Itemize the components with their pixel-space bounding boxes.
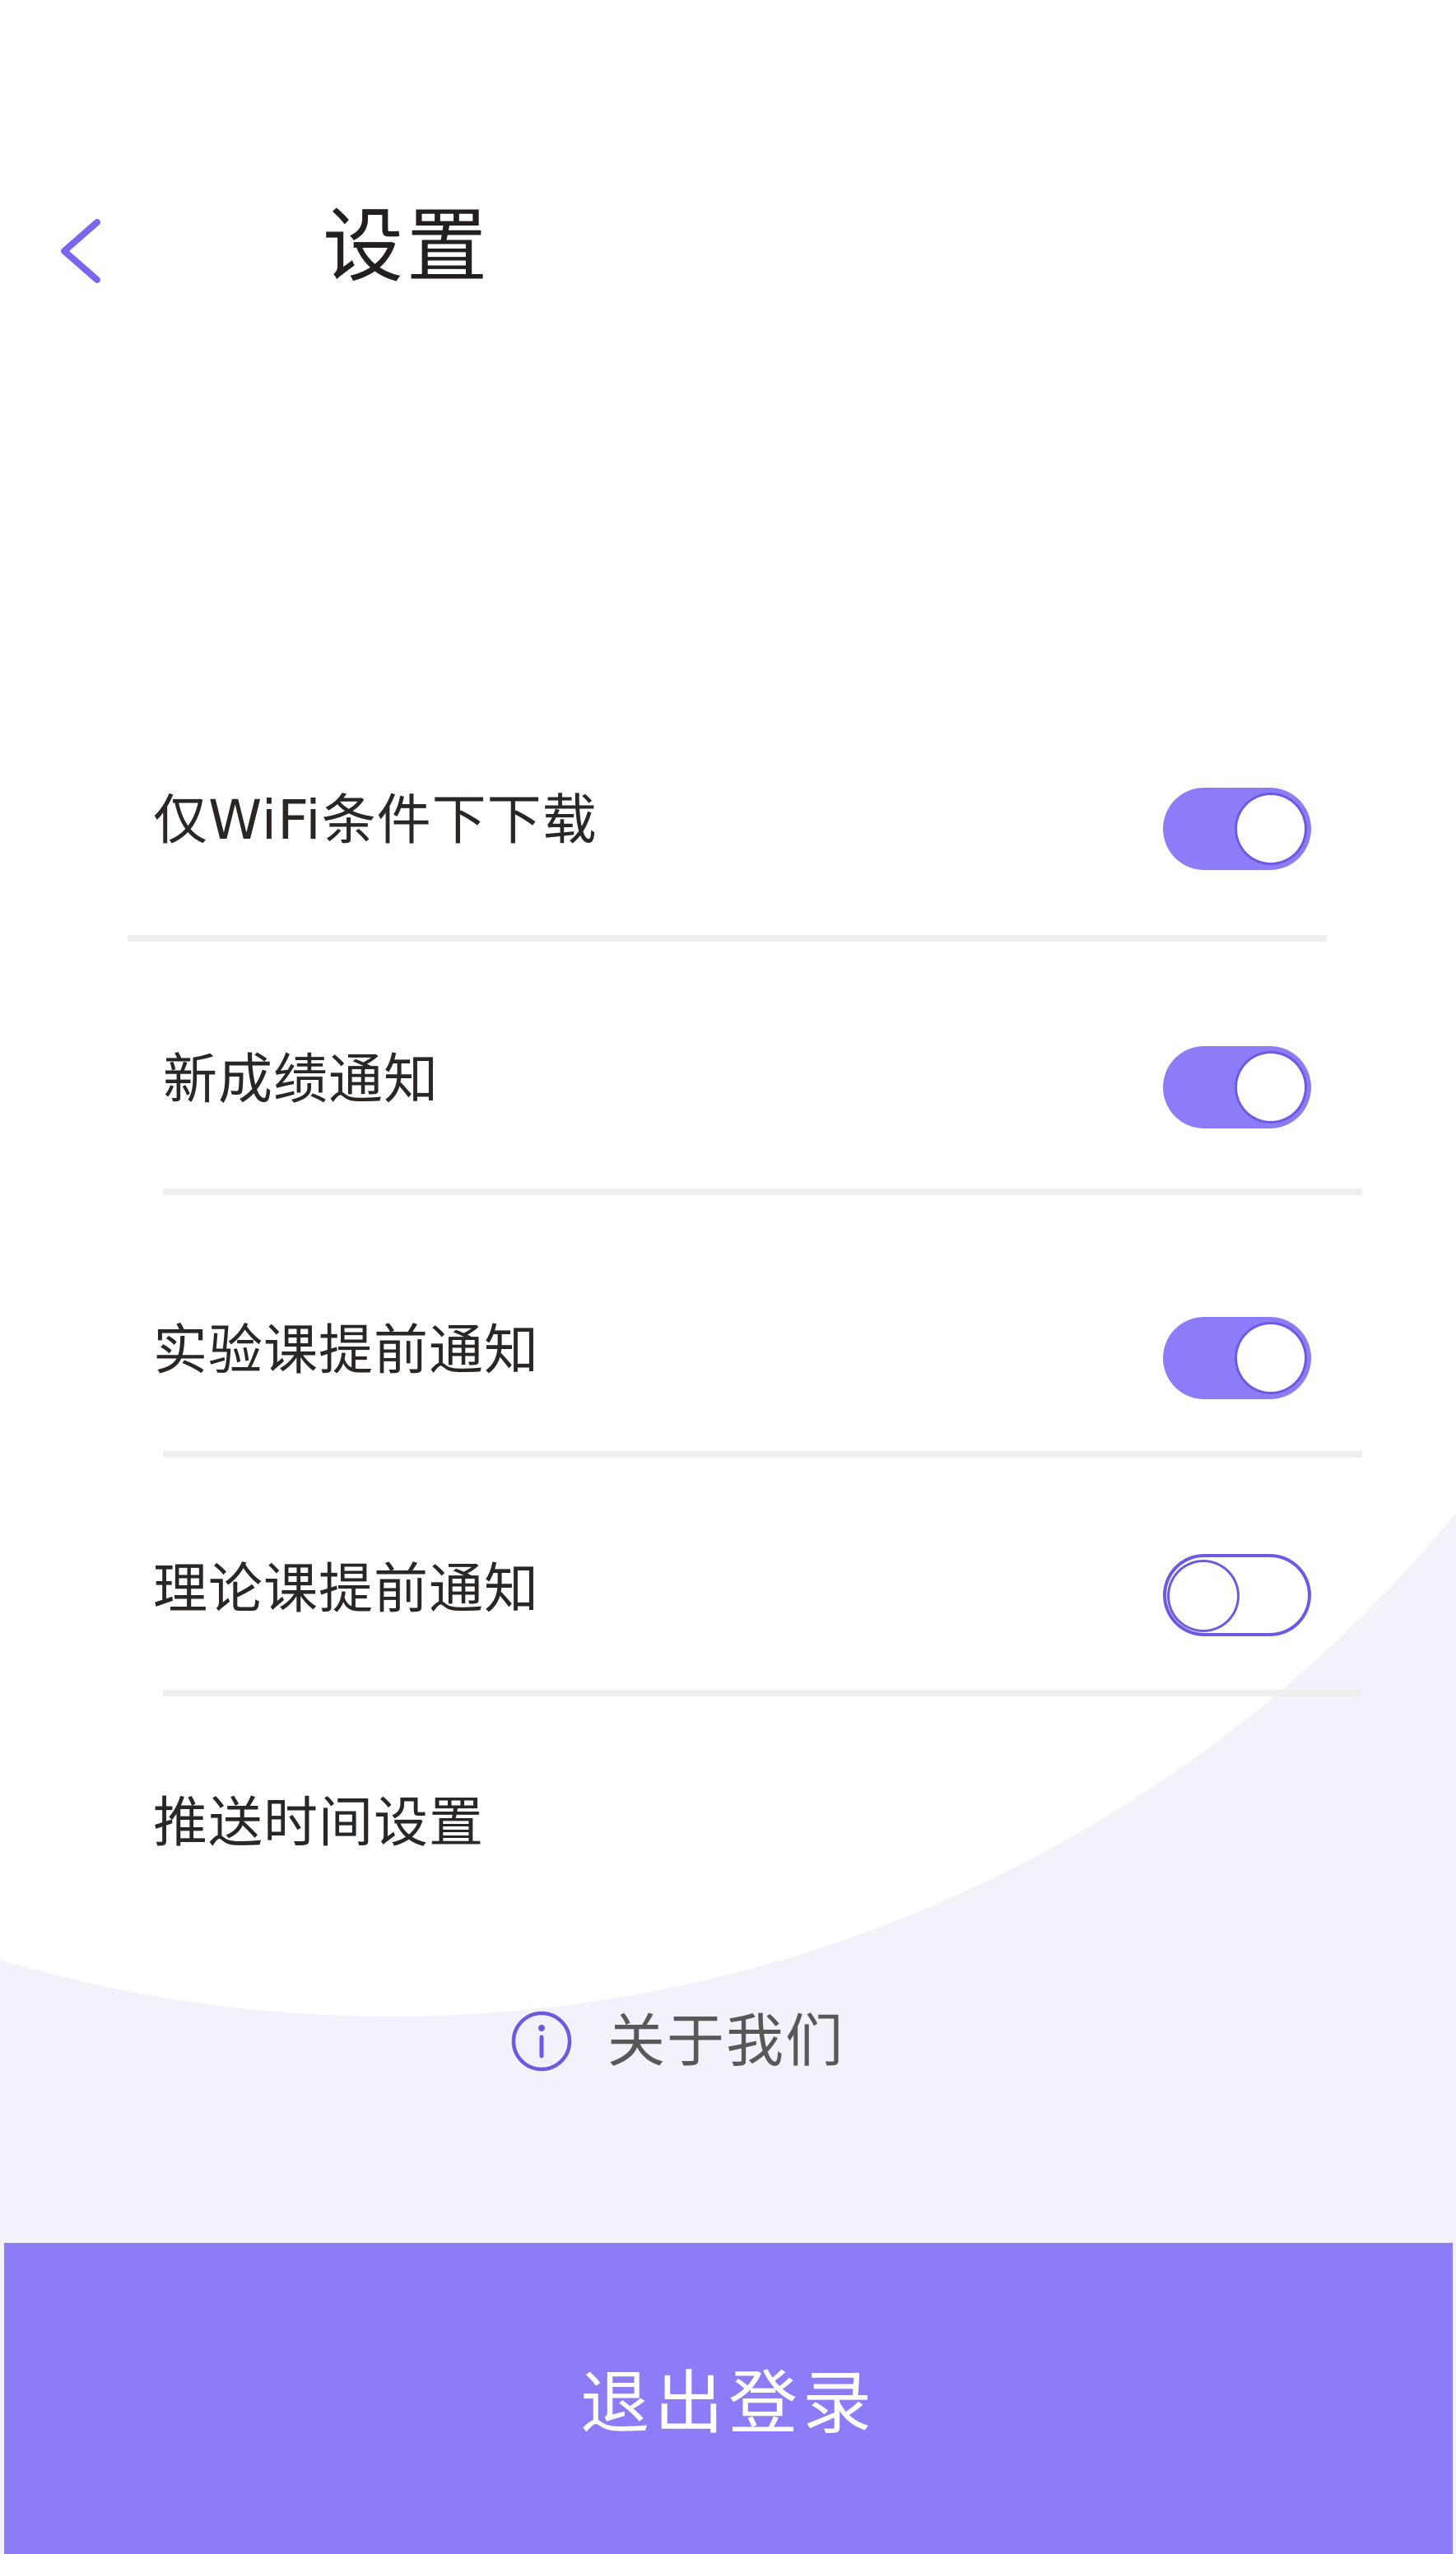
logout-button[interactable]: 退出登录: [4, 2243, 1453, 2554]
setting-label-theory-class: 理论课提前通知: [153, 1557, 539, 1621]
back-button[interactable]: [49, 206, 115, 296]
chevron-left-icon: [61, 219, 100, 283]
divider: [163, 1690, 1362, 1696]
background-curve: [0, 0, 1456, 2554]
theory-class-toggle[interactable]: [1163, 1554, 1311, 1636]
setting-label-new-grade: 新成绩通知: [163, 1048, 439, 1111]
setting-row-push-time[interactable]: 推送时间设置: [0, 1778, 1456, 1885]
settings-screen: 设置 仅WiFi条件下下载 新成绩通知 实验课提前通知 理论课提前通知 推送时间…: [0, 0, 1456, 2554]
toggle-knob: [1235, 1051, 1307, 1123]
setting-row-wifi-only: 仅WiFi条件下下载: [0, 774, 1456, 897]
setting-row-theory-class: 理论课提前通知: [0, 1539, 1456, 1663]
info-icon: [511, 2011, 572, 2072]
about-us-label: 关于我们: [607, 2007, 844, 2075]
toggle-knob: [1235, 793, 1307, 865]
setting-label-wifi-only: 仅WiFi条件下下载: [153, 789, 598, 852]
wifi-only-toggle[interactable]: [1163, 788, 1311, 870]
divider: [163, 1451, 1362, 1458]
setting-label-push-time: 推送时间设置: [153, 1791, 484, 1854]
new-grade-toggle[interactable]: [1163, 1046, 1311, 1128]
setting-label-lab-class: 实验课提前通知: [153, 1319, 539, 1382]
header: 设置: [0, 0, 1456, 346]
divider: [163, 1189, 1362, 1195]
page-title: 设置: [323, 200, 491, 294]
logout-label: 退出登录: [579, 2363, 877, 2444]
divider: [128, 935, 1327, 942]
lab-class-toggle[interactable]: [1163, 1317, 1311, 1399]
toggle-knob: [1235, 1322, 1307, 1394]
setting-row-lab-class: 实验课提前通知: [0, 1304, 1456, 1427]
toggle-knob: [1167, 1560, 1240, 1632]
setting-row-new-grade: 新成绩通知: [0, 1033, 1456, 1156]
